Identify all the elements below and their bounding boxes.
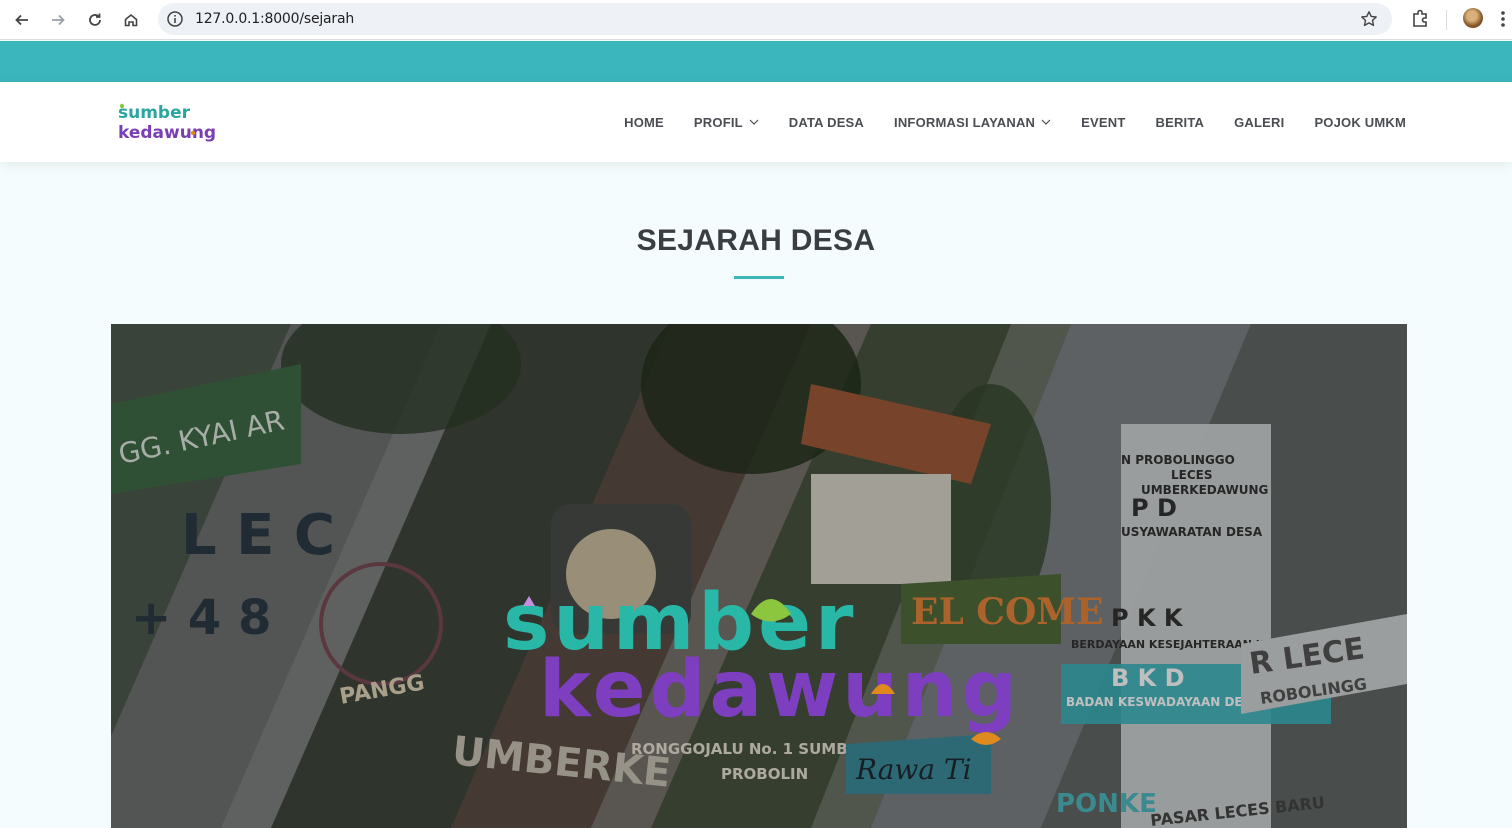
nav-berita-label: BERITA (1155, 114, 1205, 130)
title-underline (734, 276, 784, 279)
chevron-down-icon (749, 119, 759, 125)
main-nav: HOME PROFIL DATA DESA INFORMASI LAYANAN … (624, 82, 1406, 162)
back-icon[interactable] (10, 8, 34, 32)
nav-informasi-layanan-label: INFORMASI LAYANAN (894, 114, 1036, 130)
address-bar[interactable]: 127.0.0.1:8000/sejarah (158, 3, 1392, 35)
extensions-icon[interactable] (1410, 8, 1430, 28)
nav-profil[interactable]: PROFIL (694, 115, 759, 130)
brand-line1: sumber (118, 103, 191, 123)
nav-informasi-layanan[interactable]: INFORMASI LAYANAN (894, 115, 1051, 130)
brand-logo[interactable]: sumber kedawung (118, 100, 240, 144)
hero-image: GG. KYAI AR L E C + 4 8 UMBERKE PANGG RO… (111, 324, 1407, 828)
chevron-down-icon (1041, 119, 1051, 125)
more-menu-icon[interactable] (1498, 8, 1508, 30)
profile-avatar[interactable] (1463, 8, 1483, 28)
nav-home-label: HOME (624, 114, 664, 130)
page-title: SEJARAH DESA (636, 224, 876, 257)
home-icon[interactable] (119, 8, 143, 32)
site-info-icon[interactable] (166, 10, 184, 28)
nav-profil-label: PROFIL (693, 114, 743, 130)
nav-data-desa[interactable]: DATA DESA (789, 115, 864, 130)
nav-event-label: EVENT (1081, 114, 1126, 130)
brand-line2: kedawung (118, 123, 216, 143)
forward-icon[interactable] (46, 8, 70, 32)
reload-icon[interactable] (83, 8, 107, 32)
nav-pojok-umkm[interactable]: POJOK UMKM (1314, 115, 1406, 130)
top-accent-bar (0, 41, 1512, 82)
nav-event[interactable]: EVENT (1081, 115, 1125, 130)
hero-logo-line2: kedawung (539, 645, 1021, 735)
nav-galeri[interactable]: GALERI (1234, 115, 1284, 130)
browser-toolbar: 127.0.0.1:8000/sejarah (0, 0, 1512, 40)
hero-collage: GG. KYAI AR L E C + 4 8 UMBERKE PANGG RO… (111, 324, 1407, 828)
nav-data-desa-label: DATA DESA (788, 114, 865, 130)
toolbar-divider (1446, 10, 1447, 30)
bookmark-star-icon[interactable] (1360, 10, 1378, 28)
url-text: 127.0.0.1:8000/sejarah (195, 11, 355, 27)
nav-galeri-label: GALERI (1234, 114, 1285, 130)
nav-home[interactable]: HOME (624, 115, 664, 130)
nav-berita[interactable]: BERITA (1156, 115, 1205, 130)
site-header: sumber kedawung HOME PROFIL DATA DESA IN… (0, 82, 1512, 162)
hero-overlay (111, 324, 1407, 828)
nav-pojok-umkm-label: POJOK UMKM (1314, 114, 1406, 130)
